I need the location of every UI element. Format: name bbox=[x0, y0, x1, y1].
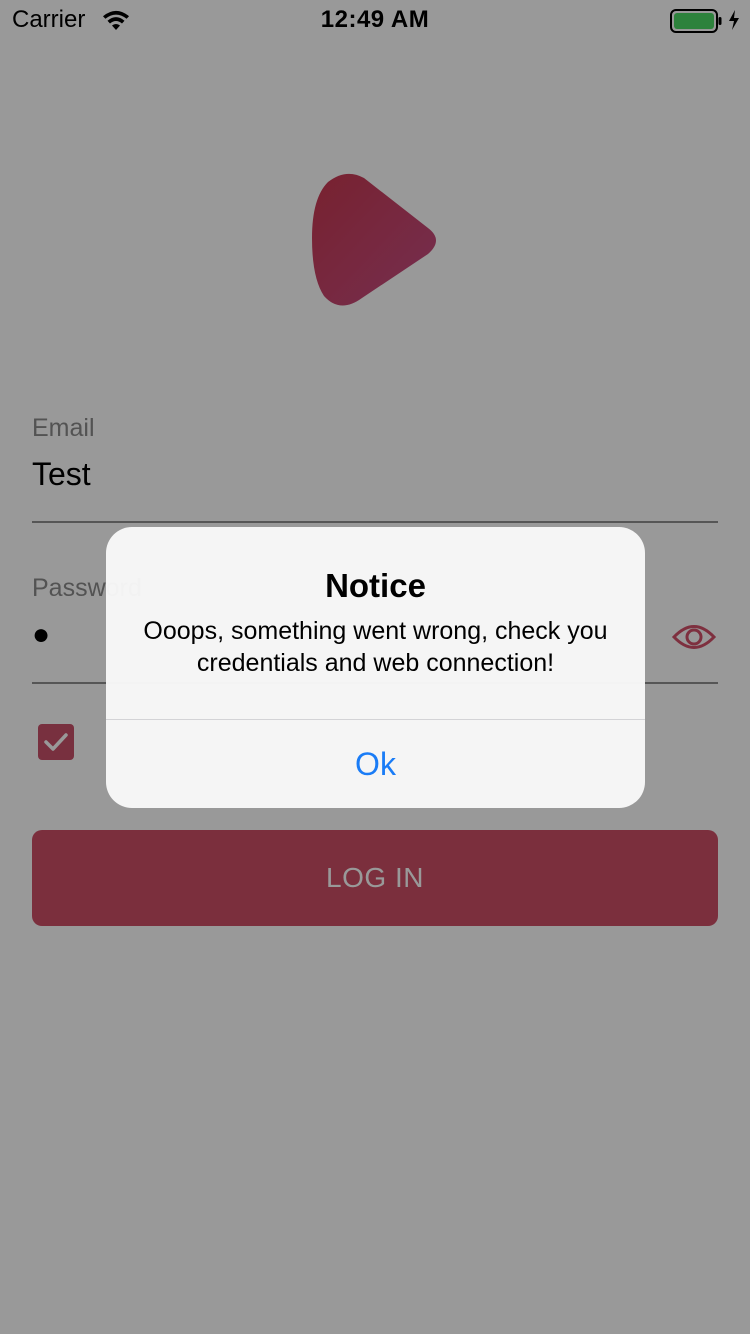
ok-button[interactable]: Ok bbox=[106, 720, 645, 808]
alert-title: Notice bbox=[325, 567, 426, 604]
login-screen: Carrier 12:49 AM Email Test Password ● L… bbox=[0, 0, 750, 1334]
alert-message: Ooops, something went wrong, check you c… bbox=[143, 617, 608, 677]
alert-dialog: Notice Ooops, something went wrong, chec… bbox=[106, 527, 645, 808]
